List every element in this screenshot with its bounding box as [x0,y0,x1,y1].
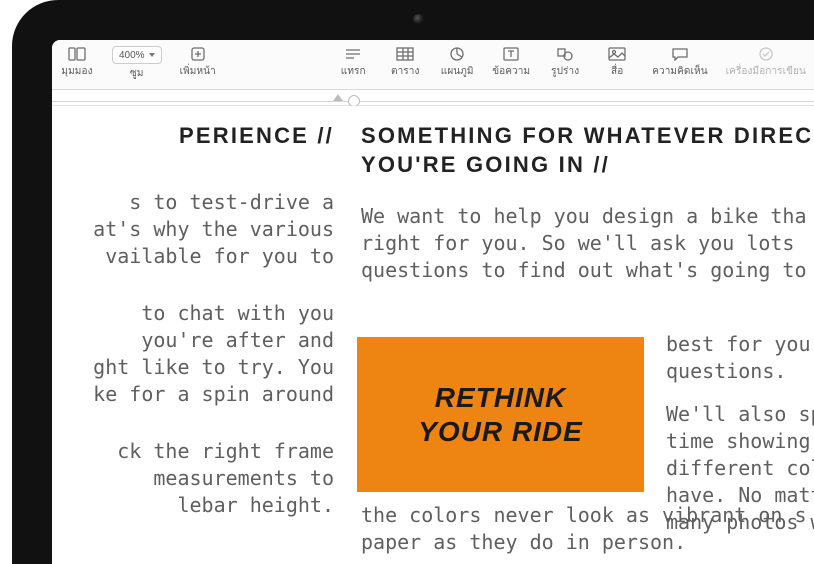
ruler-line [52,101,814,102]
comment-button[interactable]: ความคิดเห็น [652,46,707,79]
zoom-label: ซูม [130,66,144,81]
callout-text: RETHINK YOUR RIDE [418,381,583,448]
comment-label: ความคิดเห็น [652,64,707,79]
zoom-value: 400% [119,50,145,61]
document-canvas[interactable]: PERIENCE // s to test-drive a at's why t… [52,106,814,564]
table-icon [395,46,415,62]
zoom-value-box[interactable]: 400% [112,46,162,64]
media-label: สื่อ [611,64,623,79]
writer-tools-icon [756,46,776,62]
right-paragraph-1[interactable]: We want to help you design a bike tha ri… [357,203,814,284]
writer-tools-label: เครื่องมือการเขียน [726,64,806,79]
insert-label: แทรก [341,64,366,79]
device-bezel: มุมมอง 400% ซูม เพิ่มหน้า [12,0,814,564]
text-button[interactable]: ข้อความ [492,46,530,79]
right-below-box-text[interactable]: the colors never look as vibrant on s pa… [361,502,814,556]
add-page-button[interactable]: เพิ่มหน้า [180,46,216,81]
table-label: ตาราง [391,64,419,79]
text-label: ข้อความ [492,64,530,79]
comment-icon [670,46,690,62]
add-page-label: เพิ่มหน้า [180,64,216,79]
right-wrap-line1: best for you. questions. [666,331,814,385]
camera-dot [413,14,424,25]
chart-icon [447,46,467,62]
ruler[interactable] [52,90,814,106]
toolbar: มุมมอง 400% ซูม เพิ่มหน้า [52,40,814,90]
table-button[interactable]: ตาราง [388,46,422,79]
media-button[interactable]: สื่อ [600,46,634,79]
right-heading[interactable]: SOMETHING FOR WHATEVER DIREC YOU'RE GOIN… [357,122,814,179]
left-paragraph-2[interactable]: to chat with you you're after and ght li… [52,300,334,408]
writer-tools-button[interactable]: เครื่องมือการเขียน [726,46,806,79]
chart-label: แผนภูมิ [441,64,474,79]
media-icon [607,46,627,62]
chevron-down-icon [149,53,155,57]
shape-button[interactable]: รูปร่าง [548,46,582,79]
insert-button[interactable]: แทรก [336,46,370,79]
ruler-tab-marker[interactable] [333,94,343,101]
view-icon [67,46,87,62]
right-paragraph-3: the colors never look as vibrant on s pa… [361,502,814,556]
plus-icon [188,46,208,62]
insert-icon [343,46,363,62]
left-paragraph-3[interactable]: ck the right frame measurements to lebar… [52,438,334,519]
left-heading[interactable]: PERIENCE // [52,122,334,151]
zoom-button[interactable]: 400% ซูม [112,46,162,81]
shape-icon [555,46,575,62]
callout-box[interactable]: RETHINK YOUR RIDE [357,337,644,492]
chart-button[interactable]: แผนภูมิ [440,46,474,79]
left-paragraph-1[interactable]: s to test-drive a at's why the various v… [52,189,334,270]
app-window: มุมมอง 400% ซูม เพิ่มหน้า [52,40,814,564]
left-column: PERIENCE // s to test-drive a at's why t… [52,106,342,564]
text-icon [501,46,521,62]
view-label: มุมมอง [61,64,92,79]
shape-label: รูปร่าง [551,64,579,79]
view-button[interactable]: มุมมอง [60,46,94,81]
